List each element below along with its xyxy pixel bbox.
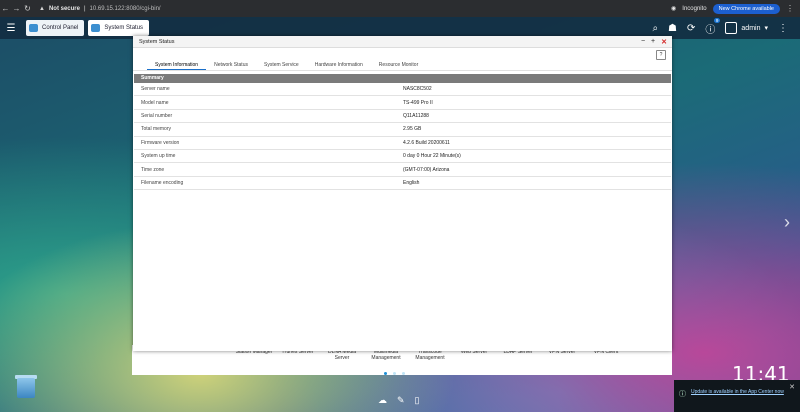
close-icon[interactable]: ✕ (661, 38, 667, 46)
back-icon[interactable]: ← (0, 4, 11, 13)
minimize-icon[interactable]: − (641, 38, 645, 46)
browser-toolbar: ← → ↻ ▲ Not secure | 10.69.15.122:8080/c… (0, 0, 800, 17)
book-icon[interactable]: ▯ (415, 395, 420, 406)
chevron-right-icon[interactable]: › (784, 212, 790, 233)
table-row: Total memory 2.95 GB (134, 123, 671, 137)
row-key: Time zone (141, 166, 165, 173)
incognito-label: Incognito (682, 5, 707, 12)
tab-system-status[interactable]: System Status (88, 20, 150, 36)
row-value: NASC8C502 (403, 86, 432, 93)
table-row: System up time 0 day 0 Hour 22 Minute(s) (134, 150, 671, 164)
system-status-icon (91, 24, 101, 32)
row-key: Total memory (141, 126, 172, 133)
table-row: Firmware version 4.2.6 Build 20200611 (134, 137, 671, 150)
update-notification: ⓘ Update is available in the App Center … (674, 380, 800, 412)
row-value: TS-499 Pro II (403, 99, 433, 106)
close-icon[interactable]: ✕ (789, 383, 795, 391)
sync-icon[interactable]: ⟳ (687, 23, 695, 34)
summary-header: Summary (134, 74, 671, 83)
new-chrome-button[interactable]: New Chrome available (712, 3, 780, 14)
window-tabs: System Information Network Status System… (133, 62, 672, 71)
row-value: English (403, 179, 420, 186)
main-menu-icon[interactable]: ☰ (0, 23, 22, 34)
row-value: 4.2.6 Build 20200611 (403, 139, 450, 146)
more-options-icon[interactable]: ⋮ (778, 23, 788, 34)
incognito-icon: ◉ (671, 6, 677, 12)
forward-icon[interactable]: → (11, 4, 22, 13)
user-menu[interactable]: admin ▾ (725, 22, 768, 34)
tab-system-information[interactable]: System Information (147, 62, 207, 70)
table-row: Filename encoding English (134, 177, 671, 191)
tab-label: System Status (104, 25, 144, 31)
separator: | (83, 5, 86, 12)
window-titlebar[interactable]: System Status − + ✕ (133, 36, 672, 48)
tab-system-service[interactable]: System Service (256, 62, 307, 70)
user-avatar-icon (725, 22, 738, 34)
security-label: Not secure (48, 5, 80, 12)
table-row: Time zone (GMT-07:00) Arizona (134, 163, 671, 177)
page-dot[interactable] (393, 372, 396, 375)
url-text: 10.69.15.122:8080/cgi-bin/ (89, 5, 161, 12)
edit-icon[interactable]: ✎ (397, 395, 405, 406)
notification-icon[interactable]: ⓘ 9 (705, 17, 721, 36)
address-bar[interactable]: ▲ Not secure | 10.69.15.122:8080/cgi-bin… (39, 6, 161, 12)
tab-resource-monitor[interactable]: Resource Monitor (371, 62, 426, 70)
page-dot[interactable] (402, 372, 405, 375)
table-row: Server name NASC8C502 (134, 83, 671, 97)
row-value: (GMT-07:00) Arizona (403, 166, 450, 173)
row-key: System up time (141, 153, 176, 160)
recycle-bin-icon[interactable] (14, 374, 38, 400)
search-icon[interactable]: ⌕ (652, 23, 658, 34)
tab-network-status[interactable]: Network Status (206, 62, 256, 70)
row-key: Firmware version (141, 139, 180, 146)
cloud-icon[interactable]: ☁ (378, 395, 387, 406)
table-row: Serial number Q11A11288 (134, 110, 671, 124)
row-key: Model name (141, 99, 169, 106)
more-icon[interactable]: ⋮ (786, 4, 794, 13)
table-row: Model name TS-499 Pro II (134, 96, 671, 110)
info-icon: ⓘ (679, 391, 686, 398)
username: admin (741, 24, 761, 32)
tab-control-panel[interactable]: Control Panel (26, 20, 85, 36)
reload-icon[interactable]: ↻ (22, 4, 33, 13)
control-panel-icon (29, 24, 38, 32)
chevron-down-icon: ▾ (764, 25, 768, 32)
row-value: 2.95 GB (403, 126, 422, 133)
row-key: Serial number (141, 112, 173, 119)
notification-badge: 9 (713, 17, 721, 23)
row-key: Server name (141, 86, 170, 93)
page-dot[interactable] (384, 372, 387, 375)
update-link[interactable]: Update is available in the App Center no… (691, 389, 785, 396)
tasks-icon[interactable]: ☗ (668, 23, 677, 34)
row-value: Q11A11288 (403, 112, 429, 119)
system-status-window: System Status − + ✕ ? System Information… (133, 36, 672, 351)
desktop-pager (384, 372, 405, 375)
warning-icon: ▲ (39, 5, 45, 12)
tab-hardware-information[interactable]: Hardware Information (307, 62, 371, 70)
window-title: System Status (139, 38, 175, 45)
row-key: Filename encoding (141, 179, 184, 186)
help-button[interactable]: ? (656, 50, 666, 60)
tab-label: Control Panel (42, 25, 79, 31)
row-value: 0 day 0 Hour 22 Minute(s) (403, 153, 461, 160)
recycle-bin-body (17, 378, 35, 398)
maximize-icon[interactable]: + (651, 38, 655, 46)
dock: ☁ ✎ ▯ (378, 395, 420, 406)
